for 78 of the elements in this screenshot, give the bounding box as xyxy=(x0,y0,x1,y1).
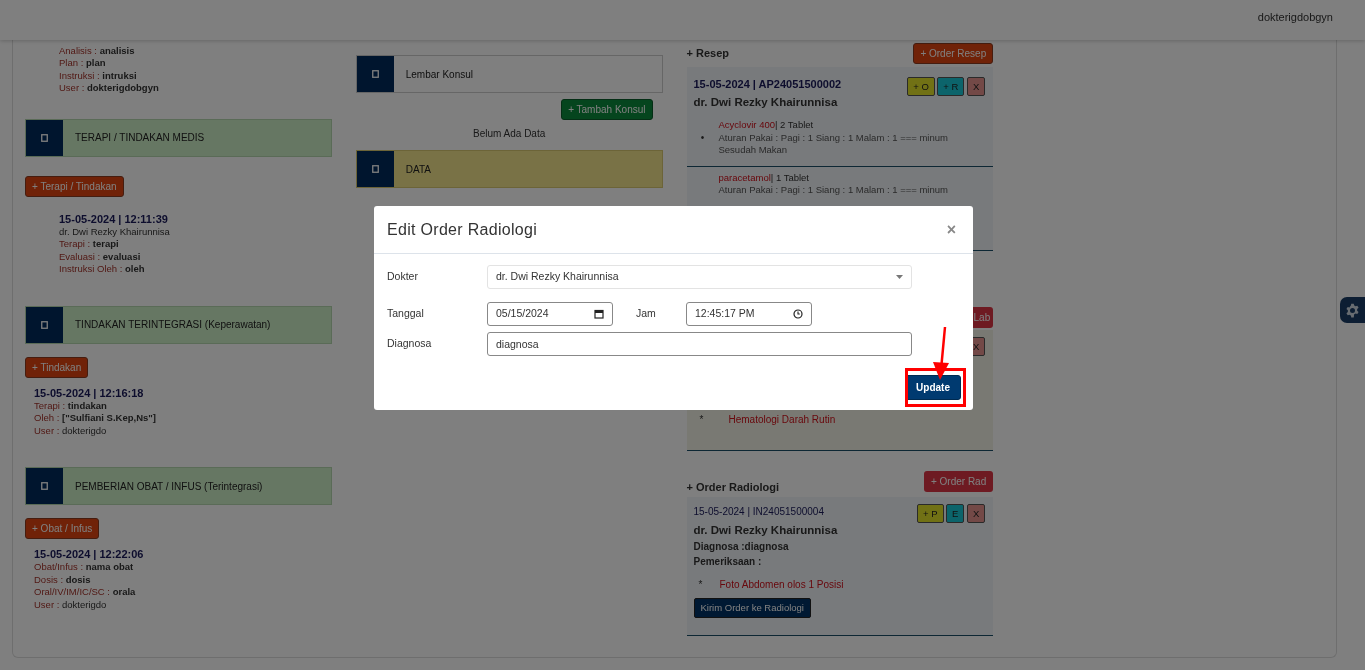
dialog-title: Edit Order Radiologi xyxy=(387,219,538,240)
field-label: Diagnosa xyxy=(387,336,433,352)
exam-name: Hematologi Darah Rutin xyxy=(728,413,836,427)
field-label: Dokter xyxy=(387,269,419,285)
bullet: * xyxy=(697,578,704,593)
drug-line: Acyclovir 400| 2 Tablet xyxy=(718,119,815,132)
detail-line: Instruksi Oleh : oleh xyxy=(59,263,146,276)
detail-line: Oral/IV/IM/IC/SC : orala xyxy=(34,586,137,599)
settings-icon xyxy=(1345,302,1360,318)
field-label: Jam xyxy=(636,306,657,322)
detail-line: Analisis : analisis xyxy=(59,44,136,57)
pointer-arrow xyxy=(933,326,949,380)
entry-heading: 15-05-2024 | IN24051500004 xyxy=(693,505,825,519)
action-button[interactable]: + P xyxy=(917,504,944,523)
order-button[interactable]: + Order Resep xyxy=(913,43,994,64)
delete-button[interactable]: X xyxy=(966,504,986,523)
empty-message: Belum Ada Data xyxy=(473,128,546,139)
square-icon xyxy=(371,165,379,173)
diagnosis-text: Diagnosa :diagnosa xyxy=(693,540,790,555)
square-icon xyxy=(41,133,48,142)
action-button[interactable]: + O xyxy=(907,77,935,96)
doctor-select[interactable]: dr. Dwi Rezky Khairunnisa xyxy=(487,265,912,289)
order-button[interactable]: + Order Rad xyxy=(923,471,994,492)
clock-icon xyxy=(793,309,803,319)
add-button[interactable]: + Obat / Infus xyxy=(25,518,100,539)
square-icon xyxy=(41,320,48,329)
detail-line: Obat/Infus : nama obat xyxy=(34,561,135,574)
entry-heading: 15-05-2024 | AP24051500002 xyxy=(693,77,842,91)
dosage-rule: Aturan Pakai : Pagi : 1 Siang : 1 Malam : 1 === minum Sesudah Makan xyxy=(718,131,949,156)
time-field[interactable]: 12:45:17 PM xyxy=(686,302,812,326)
square-icon xyxy=(41,482,48,490)
settings-button[interactable] xyxy=(1340,297,1365,323)
add-button[interactable]: + Tindakan xyxy=(25,356,89,378)
detail-line: Plan : plan xyxy=(59,57,107,70)
date-field[interactable]: 05/15/2024 xyxy=(487,302,613,326)
doctor-name: dr. Dwi Rezky Khairunnisa xyxy=(693,523,838,538)
detail-line: Oleh : ["Sulfiani S.Kep,Ns"] xyxy=(34,412,157,425)
section-title: DATA xyxy=(405,162,431,177)
highlight-frame xyxy=(905,368,966,407)
section-title: TERAPI / TINDAKAN MEDIS xyxy=(75,131,205,145)
caret-icon xyxy=(896,275,903,279)
update-button[interactable]: Update xyxy=(905,375,961,400)
drug-line: paracetamol| 1 Tablet xyxy=(718,171,810,185)
detail-line: Dosis : dosis xyxy=(34,573,92,586)
detail-line: User : dokterigdobgyn xyxy=(59,82,160,95)
close-button[interactable]: × xyxy=(942,217,960,242)
action-button[interactable]: E xyxy=(946,504,965,523)
entry-heading: 15-05-2024 | 12:11:39 xyxy=(59,211,169,226)
calendar-icon xyxy=(594,309,604,319)
exam-name: Foto Abdomen olos 1 Posisi xyxy=(719,578,844,593)
doctor-name: dr. Dwi Rezky Khairunnisa xyxy=(59,225,171,238)
detail-line: Evaluasi : evaluasi xyxy=(59,250,142,263)
exam-label: Pemeriksaan : xyxy=(693,555,763,570)
section-title: + Order Radiologi xyxy=(686,479,780,495)
entry-heading: 15-05-2024 | 12:16:18 xyxy=(34,385,145,400)
diagnosis-field[interactable]: diagnosa xyxy=(487,332,912,356)
detail-line: User : dokterigdo xyxy=(34,598,108,611)
entry-heading: 15-05-2024 | 12:22:06 xyxy=(34,547,145,561)
detail-line: Instruksi : intruksi xyxy=(59,69,138,82)
square-icon xyxy=(371,70,379,78)
section-title: + Resep xyxy=(686,46,729,62)
section-title: TINDAKAN TERINTEGRASI (Keperawatan) xyxy=(75,318,271,332)
detail-line: User : dokterigdo xyxy=(34,424,108,437)
add-consult-button[interactable]: + Tambah Konsul xyxy=(561,99,653,120)
detail-line: Terapi : tindakan xyxy=(34,399,108,412)
bullet: • xyxy=(700,131,705,145)
dosage-rule: Aturan Pakai : Pagi : 1 Siang : 1 Malam : 1 === minum xyxy=(718,184,948,197)
delete-button[interactable]: X xyxy=(966,77,986,96)
send-order-button[interactable]: Kirim Order ke Radiologi xyxy=(693,598,811,619)
doctor-name: dr. Dwi Rezky Khairunnisa xyxy=(693,95,839,110)
section-title: Lembar Konsul xyxy=(405,67,473,82)
field-label: Tanggal xyxy=(387,306,425,322)
add-button[interactable]: + Terapi / Tindakan xyxy=(25,175,124,197)
detail-line: Terapi : terapi xyxy=(59,238,120,251)
section-title: PEMBERIAN OBAT / INFUS (Terintegrasi) xyxy=(75,479,263,494)
action-button[interactable]: + R xyxy=(937,77,965,96)
bullet: * xyxy=(698,413,705,427)
user-name: dokterigdobgyn xyxy=(1257,9,1333,25)
